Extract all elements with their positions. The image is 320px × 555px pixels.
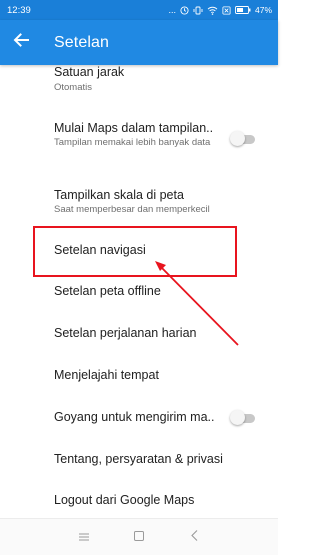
menu-icon <box>79 528 89 546</box>
menu-button[interactable] <box>57 528 112 546</box>
square-icon <box>134 528 144 546</box>
annotation-arrow <box>155 261 239 346</box>
home-button[interactable] <box>112 528 167 546</box>
system-nav-bar <box>0 518 278 555</box>
chevron-left-icon <box>190 528 198 546</box>
back-nav-button[interactable] <box>167 528 222 546</box>
